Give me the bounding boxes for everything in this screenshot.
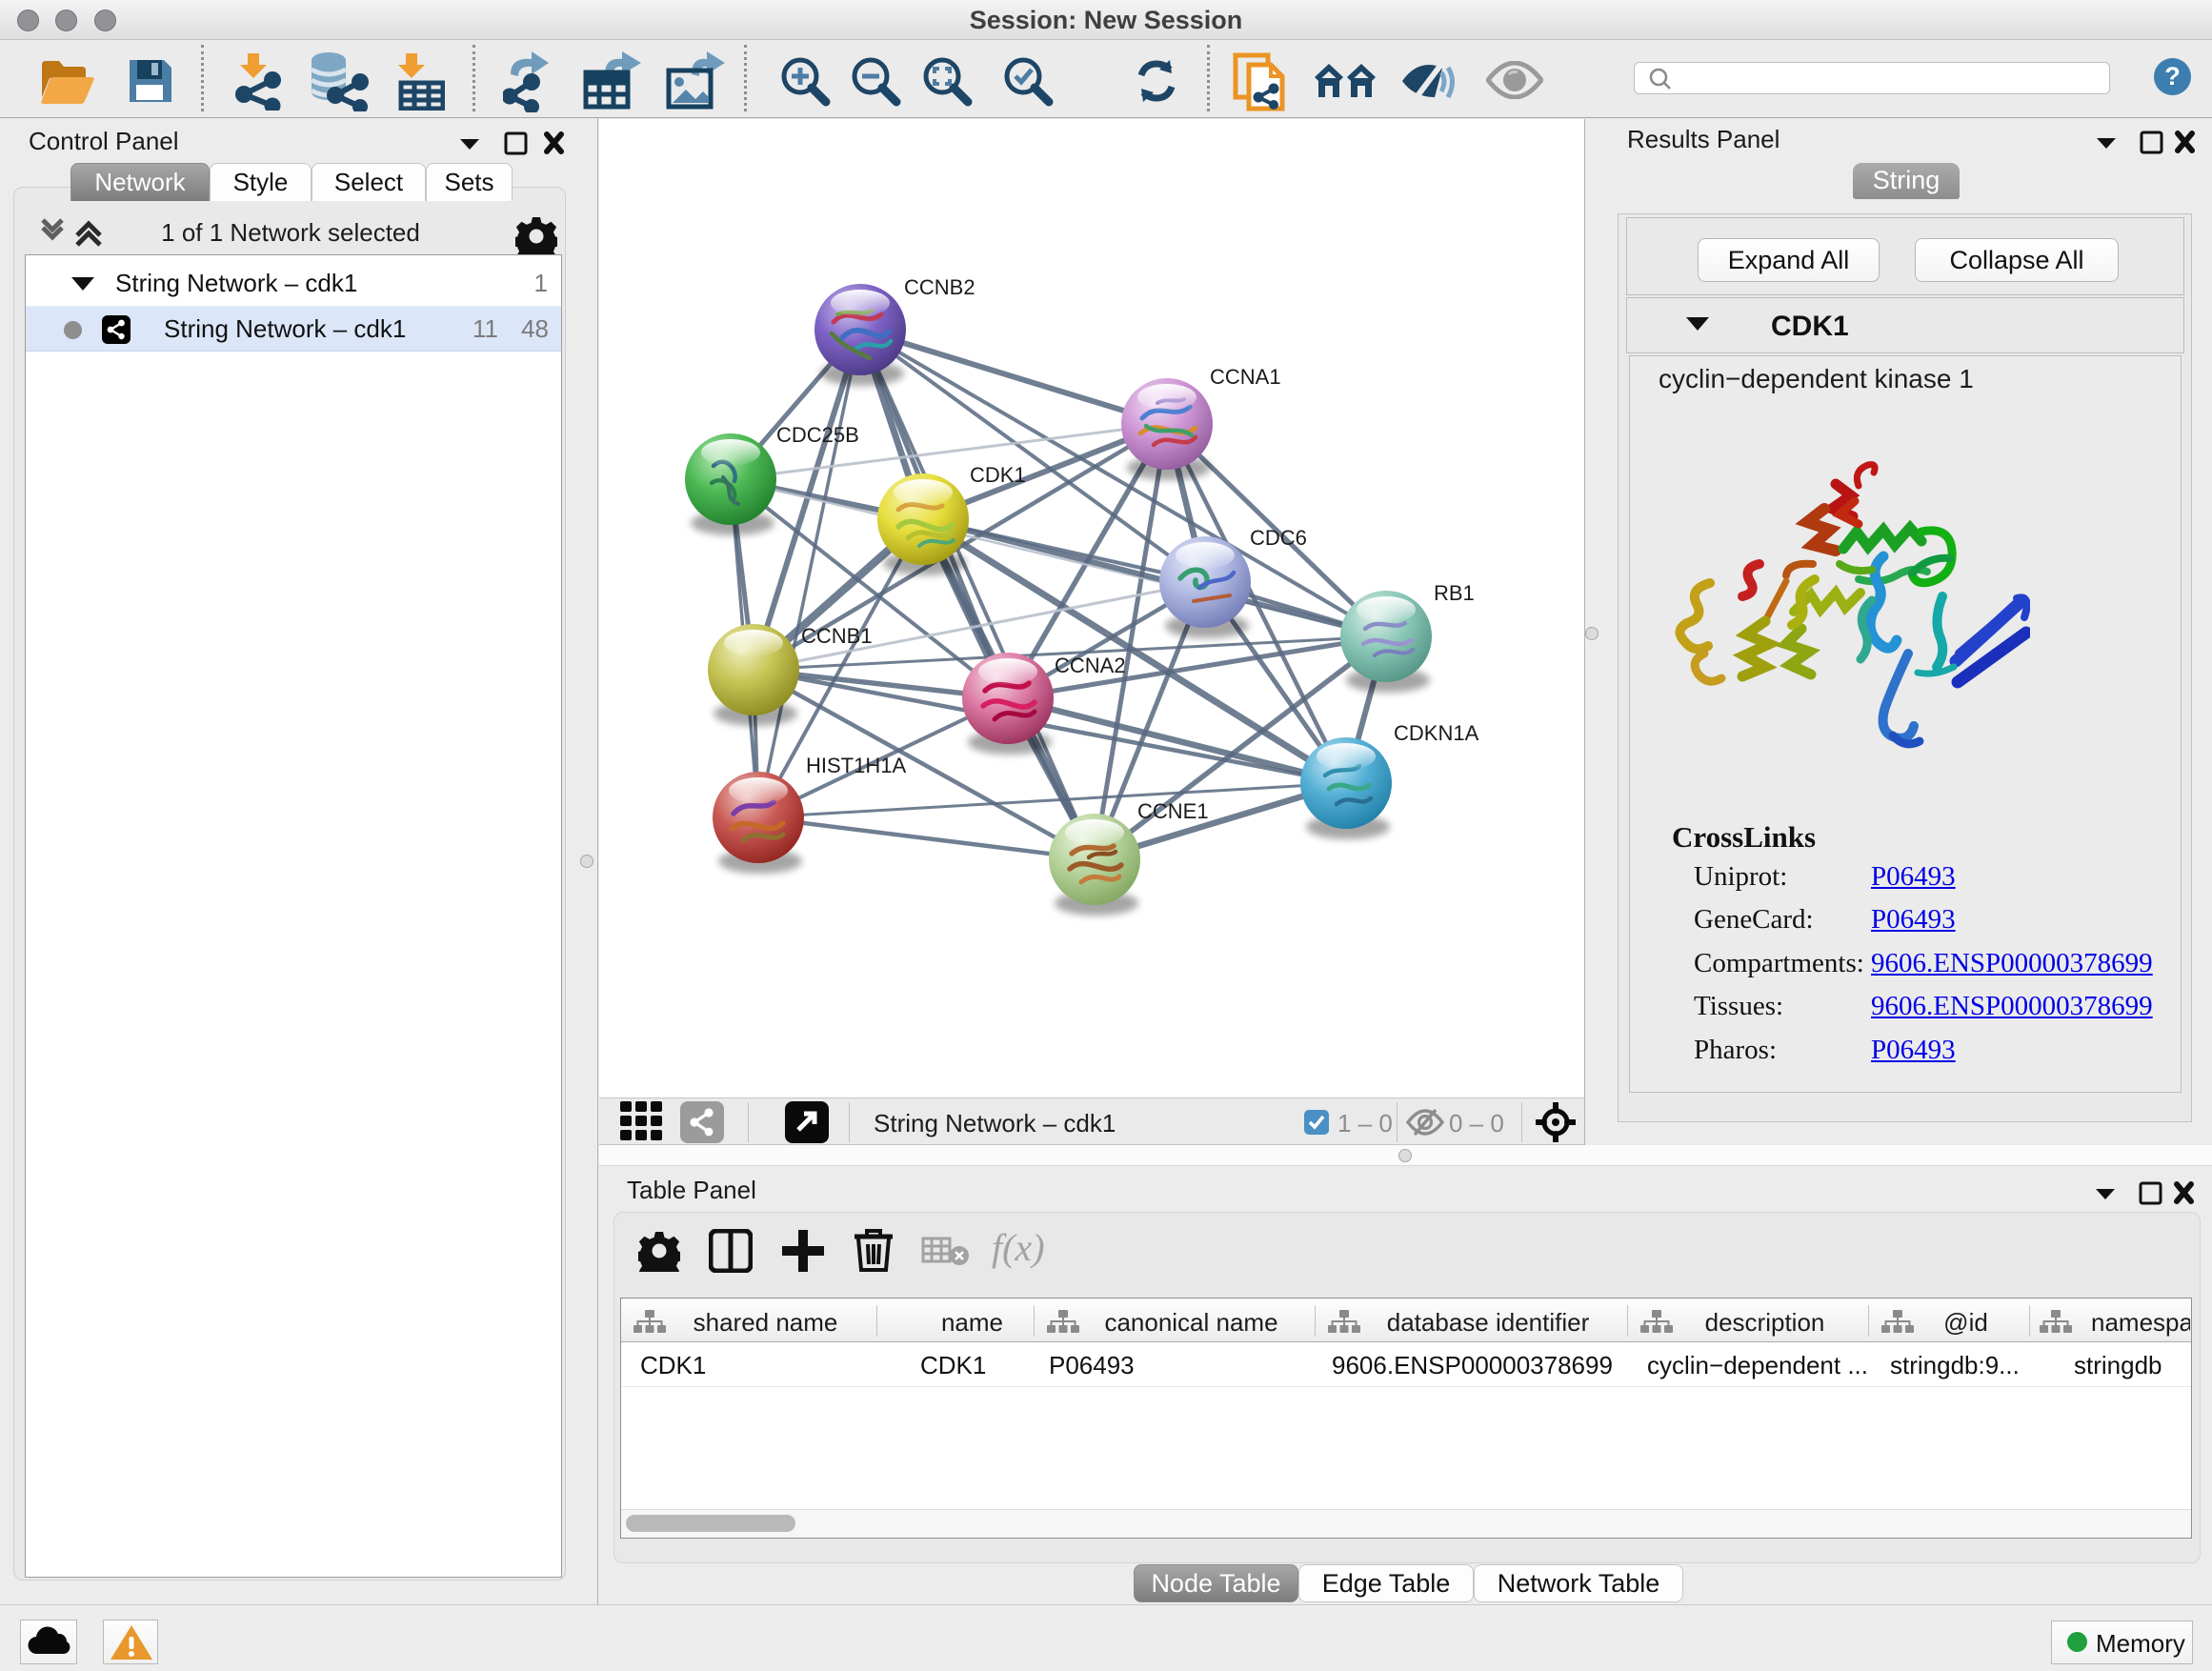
svg-text:HIST1H1A: HIST1H1A — [806, 754, 906, 777]
svg-text:CDC25B: CDC25B — [776, 423, 859, 447]
svg-text:CDK1: CDK1 — [970, 463, 1026, 487]
svg-text:CDC6: CDC6 — [1250, 526, 1307, 550]
svg-text:CCNA2: CCNA2 — [1055, 654, 1126, 677]
svg-text:CDKN1A: CDKN1A — [1394, 721, 1479, 745]
svg-text:CCNE1: CCNE1 — [1137, 799, 1209, 823]
svg-text:CCNA1: CCNA1 — [1210, 365, 1281, 389]
svg-text:RB1: RB1 — [1434, 581, 1475, 605]
svg-text:CCNB1: CCNB1 — [801, 624, 873, 648]
svg-text:CCNB2: CCNB2 — [904, 275, 975, 299]
